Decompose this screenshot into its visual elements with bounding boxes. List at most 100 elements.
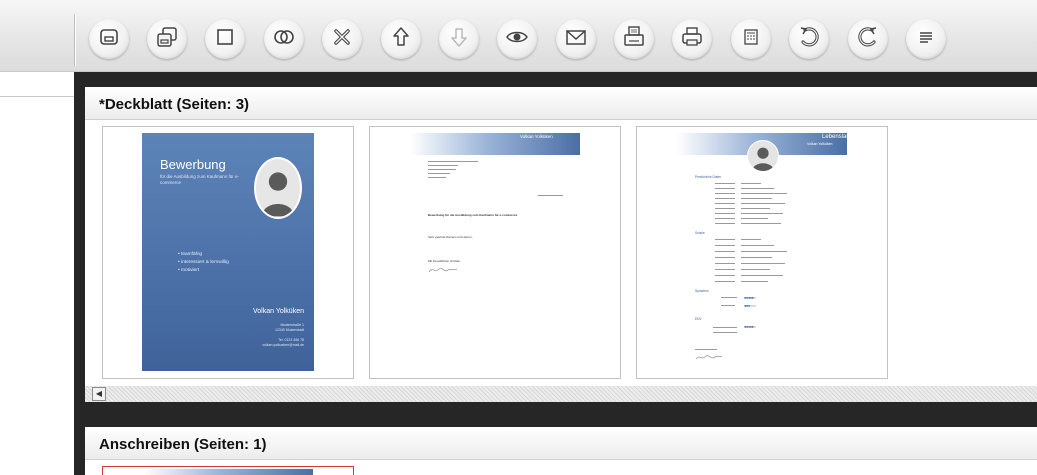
cv-text-line <box>715 213 735 214</box>
letter-closing: Mit freundlichen Grüßen <box>428 259 461 263</box>
cv-rating-stars: ●●●●●○ <box>744 324 756 329</box>
move-up-button[interactable] <box>381 19 421 59</box>
cover-bullet: • motiviert <box>178 268 200 273</box>
section-header-deckblatt[interactable]: *Deckblatt (Seiten: 3) <box>85 87 1037 120</box>
cv-text-line <box>741 213 783 214</box>
duplicate-icon <box>272 25 296 54</box>
page-thumbnail-cover[interactable]: Bewerbung für die Ausbildung zum Kaufman… <box>102 126 354 379</box>
move-down-button[interactable] <box>439 19 479 59</box>
save-button[interactable] <box>89 19 129 59</box>
cover-bullet-list: • teamfähig • interessiert & lernwillig … <box>178 251 229 275</box>
move-down-icon <box>447 25 471 54</box>
cv-text-line <box>715 208 735 209</box>
toolbar <box>0 0 1037 72</box>
left-pane <box>0 72 74 475</box>
toolbar-separator <box>74 14 75 66</box>
page-thumbnail-cv[interactable]: Lebenslauf Volkan Yolküken Persönliche D… <box>636 126 888 379</box>
cover-address: Musterstraße 1 12345 Musterstadt Tel. 01… <box>262 323 304 347</box>
print-button[interactable] <box>672 19 712 59</box>
save-as-button[interactable] <box>147 19 187 59</box>
cv-text-line <box>741 239 761 240</box>
cv-text-line <box>741 257 772 258</box>
new-document-icon <box>213 25 237 54</box>
cv-text-line <box>715 245 735 246</box>
app-window: *Deckblatt (Seiten: 3) Bewerbung für die… <box>0 0 1037 475</box>
cv-text-line <box>713 332 737 333</box>
preview-icon <box>505 25 529 54</box>
letter-banner-name: Volkan Yolküken <box>520 134 553 139</box>
letter-text-line <box>428 161 478 162</box>
cover-title: Bewerbung <box>160 157 226 172</box>
cv-text-line <box>715 198 735 199</box>
cv-section-personal: Persönliche Daten <box>695 175 722 179</box>
section-header-anschreiben[interactable]: Anschreiben (Seiten: 1) <box>85 427 1037 460</box>
calculator-icon <box>739 25 763 54</box>
cv-section-it: EDV <box>695 317 702 321</box>
signature-icon <box>428 267 458 273</box>
cv-text-line <box>741 193 787 194</box>
letter-text-line <box>428 173 450 174</box>
undo-button[interactable] <box>789 19 829 59</box>
new-document-button[interactable] <box>205 19 245 59</box>
letter-subject: Bewerbung für die Ausbildung zum Kaufman… <box>428 213 518 217</box>
section-pages-deckblatt: Bewerbung für die Ausbildung zum Kaufman… <box>85 120 1037 386</box>
cv-text-line <box>715 257 735 258</box>
cv-text-line <box>741 275 783 276</box>
cv-text-line <box>741 183 761 184</box>
page-thumbnail-anschreiben[interactable] <box>102 466 354 475</box>
duplicate-button[interactable] <box>264 19 304 59</box>
section-pages-anschreiben <box>85 460 1037 475</box>
cv-text-line <box>715 183 735 184</box>
letter-greeting: Sehr geehrte Damen und Herren, <box>428 235 473 239</box>
cover-subtitle: für die Ausbildung zum Kaufmann für e-co… <box>160 174 240 185</box>
cv-text-line <box>715 281 735 282</box>
email-button[interactable] <box>556 19 596 59</box>
anschreiben-banner <box>143 469 313 475</box>
letter-text-line <box>428 177 446 178</box>
letter-text-line <box>428 165 458 166</box>
cv-text-line <box>721 297 737 298</box>
cv-text-line <box>713 327 737 328</box>
menu-button[interactable] <box>906 19 946 59</box>
cv-rating-stars: ●●●●●○ <box>744 295 756 300</box>
cv-text-line <box>741 223 781 224</box>
print-icon <box>680 25 704 54</box>
delete-button[interactable] <box>322 19 362 59</box>
cv-text-line <box>741 245 774 246</box>
cv-text-line <box>715 239 735 240</box>
save-as-icon <box>155 25 179 54</box>
cover-bullet: • interessiert & lernwillig <box>178 260 229 265</box>
horizontal-scrollbar[interactable]: ◀ <box>85 386 1037 402</box>
cv-text-line <box>715 263 735 264</box>
letter-text-line <box>428 169 456 170</box>
cv-text-line <box>715 218 735 219</box>
move-up-icon <box>389 25 413 54</box>
fax-button[interactable] <box>614 19 654 59</box>
letter-date-line <box>538 195 563 196</box>
cv-avatar <box>747 140 779 172</box>
letter-banner <box>410 133 580 155</box>
calculator-button[interactable] <box>731 19 771 59</box>
page-thumbnail-letter[interactable]: Volkan Yolküken Bewerbung für die Ausbil… <box>369 126 621 379</box>
cv-name: Volkan Yolküken <box>807 142 833 146</box>
cv-text-line <box>715 223 735 224</box>
cv-text-line <box>715 251 735 252</box>
cv-section-languages: Sprachen <box>695 289 709 293</box>
cv-text-line <box>741 263 785 264</box>
menu-icon <box>914 25 938 54</box>
cv-text-line <box>741 208 770 209</box>
cv-text-line <box>715 203 735 204</box>
cv-text-line <box>741 203 785 204</box>
signature-icon <box>695 355 723 360</box>
scroll-left-button[interactable]: ◀ <box>92 387 106 401</box>
preview-button[interactable] <box>497 19 537 59</box>
cv-text-line <box>741 198 772 199</box>
email-icon <box>564 25 588 54</box>
cv-text-line <box>741 218 768 219</box>
undo-icon <box>797 25 821 54</box>
cv-title: Lebenslauf <box>822 134 852 140</box>
cv-text-line <box>715 193 735 194</box>
redo-button[interactable] <box>848 19 888 59</box>
fax-icon <box>622 25 646 54</box>
redo-icon <box>856 25 880 54</box>
